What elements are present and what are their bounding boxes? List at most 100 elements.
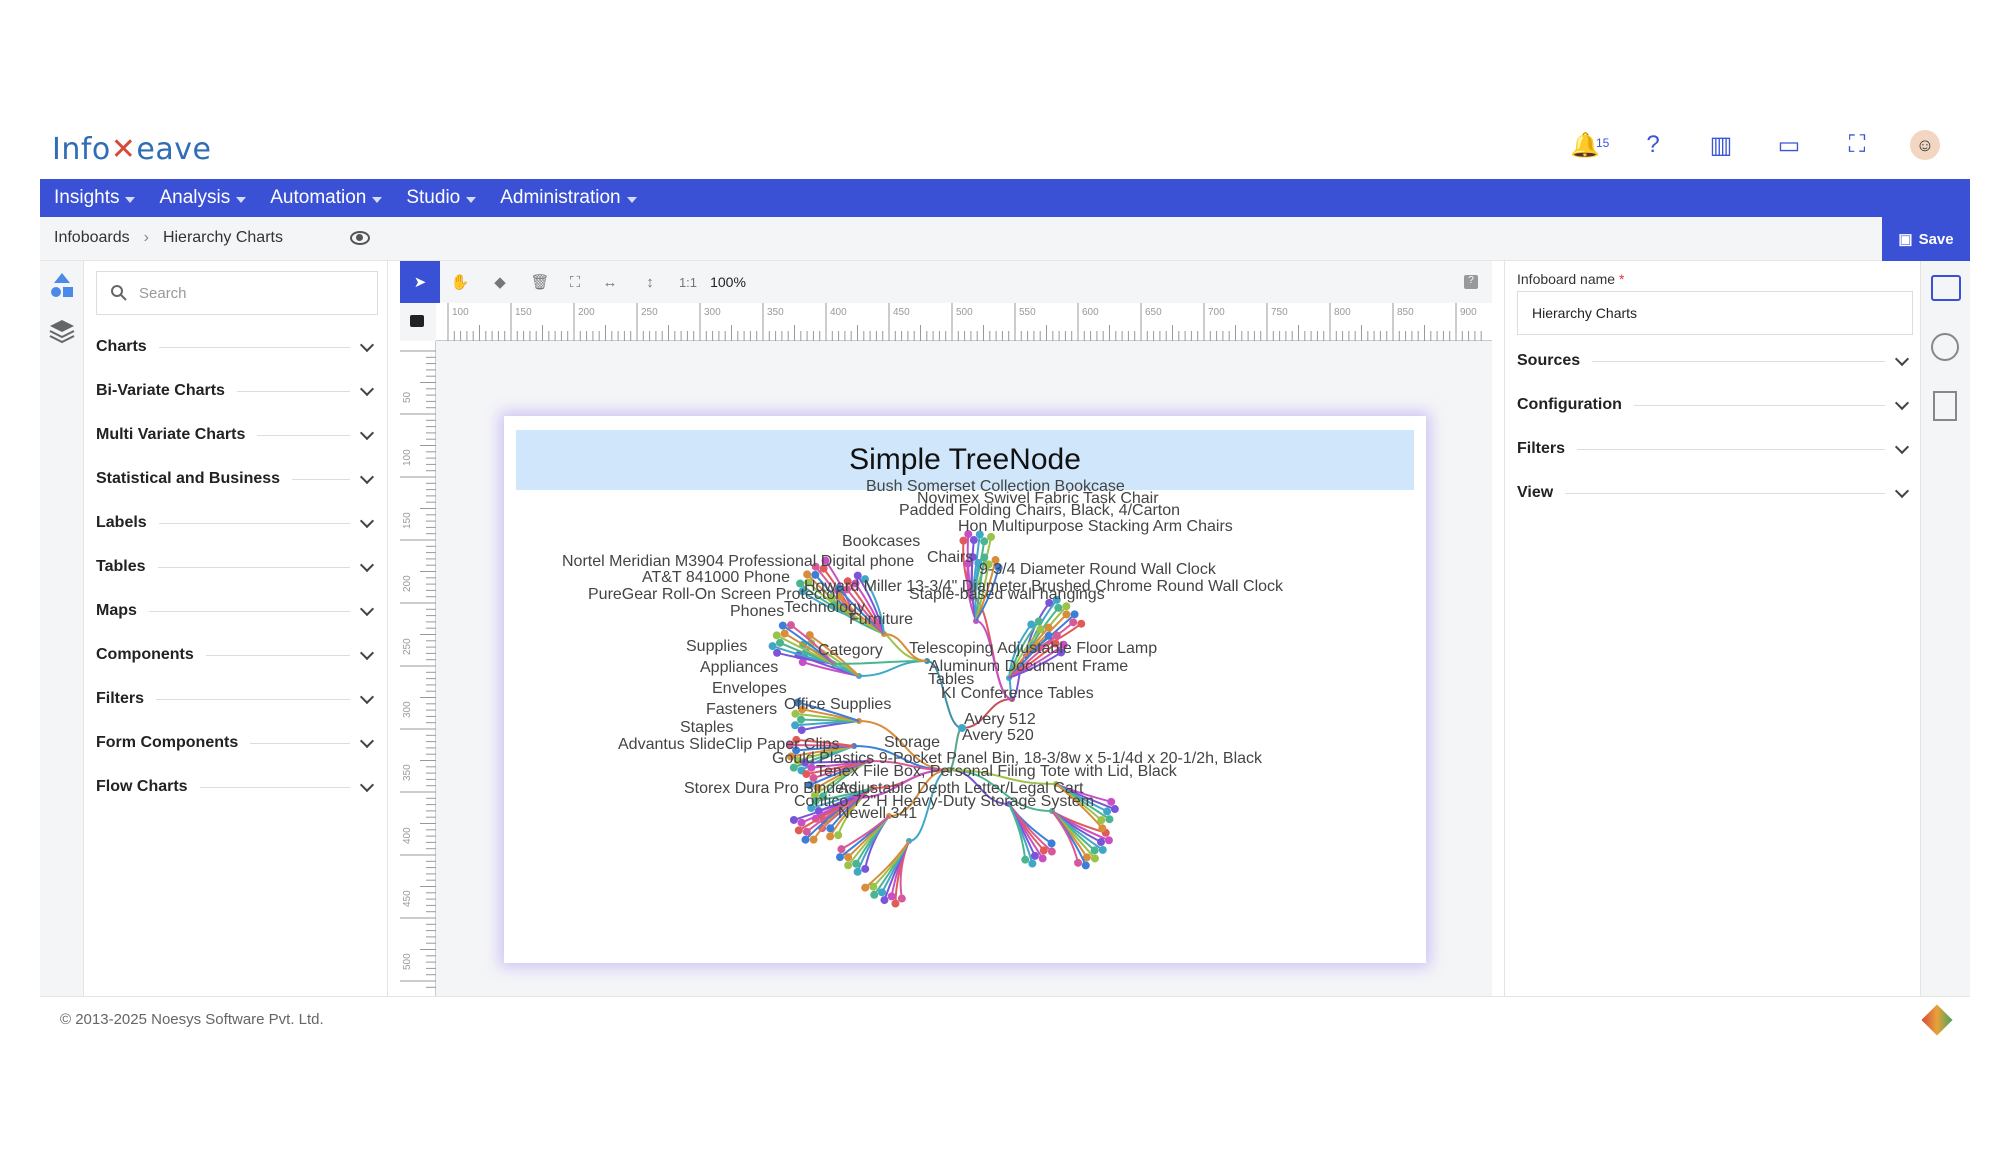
preview-eye-icon[interactable]	[350, 231, 370, 245]
tree-leaf	[826, 824, 835, 833]
lock-icon[interactable]	[410, 315, 424, 327]
chevron-down-icon	[1894, 483, 1910, 499]
shapes-icon[interactable]	[48, 271, 76, 299]
brand-logo[interactable]: Info✕eave	[52, 132, 211, 167]
search-input[interactable]: Search	[96, 271, 378, 315]
fit-icon[interactable]: ⛶	[560, 261, 590, 303]
breadcrumb-root[interactable]: Infoboards	[54, 229, 130, 247]
tree-leaf	[797, 818, 806, 827]
category-form-components[interactable]: Form Components	[96, 731, 378, 755]
category-multivariate[interactable]: Multi Variate Charts	[96, 423, 378, 447]
category-tables[interactable]: Tables	[96, 555, 378, 579]
chevron-down-icon	[359, 469, 375, 485]
infoboard-name-input[interactable]: Hierarchy Charts	[1517, 291, 1913, 335]
ruler-tick-label: 700	[1208, 307, 1225, 318]
save-button[interactable]: ▣ Save	[1882, 217, 1970, 261]
tree-leaf	[1081, 861, 1090, 870]
theme-icon[interactable]	[1931, 333, 1959, 361]
fit-width-icon[interactable]: ↔	[590, 261, 630, 303]
delete-icon[interactable]: 🗑	[520, 261, 560, 303]
tree-leaf	[880, 896, 889, 905]
nav-studio[interactable]: Studio	[406, 187, 477, 209]
chevron-down-icon	[359, 689, 375, 705]
category-bivariate[interactable]: Bi-Variate Charts	[96, 379, 378, 403]
category-components[interactable]: Components	[96, 643, 378, 667]
help-small-icon[interactable]: ?	[1464, 275, 1478, 289]
ruler-tick-label: 750	[1271, 307, 1288, 318]
monitor-icon[interactable]: ▭	[1774, 130, 1804, 160]
tree-leaf	[835, 853, 844, 862]
tree-leaf	[1098, 845, 1107, 854]
help-icon[interactable]: ?	[1638, 130, 1668, 160]
tree-node-label: Storage	[884, 734, 940, 751]
ruler-tick-label: 200	[578, 307, 595, 318]
tree-chart: Bush Somerset Collection BookcaseNovimex…	[562, 478, 1284, 908]
fullscreen-icon[interactable]: ⛶	[1842, 130, 1872, 160]
right-rail	[1920, 261, 1970, 996]
format-icon[interactable]	[1933, 391, 1957, 421]
tree-leaf	[1107, 797, 1116, 806]
tree-node-label: Envelopes	[712, 680, 787, 697]
tree-leaf	[789, 815, 798, 824]
ratio-label[interactable]: 1:1	[670, 261, 706, 303]
category-charts[interactable]: Charts	[96, 335, 378, 359]
chart-settings-icon[interactable]	[1931, 275, 1961, 301]
chevron-down-icon	[359, 425, 375, 441]
tree-leaf	[772, 631, 781, 640]
nav-analysis[interactable]: Analysis	[159, 187, 247, 209]
tree-leaf	[1074, 858, 1083, 867]
ruler-tick-label: 900	[1460, 307, 1477, 318]
bell-icon[interactable]: 🔔 15	[1570, 130, 1609, 160]
category-filters[interactable]: Filters	[96, 687, 378, 711]
layers-icon[interactable]	[48, 317, 76, 345]
tree-node-label: Supplies	[686, 638, 747, 655]
tree-node-label: 9-3/4 Diameter Round Wall Clock	[979, 561, 1217, 578]
ruler-tick-label: 100	[452, 307, 469, 318]
category-statistical[interactable]: Statistical and Business	[96, 467, 378, 491]
tree-leaf	[1062, 610, 1071, 619]
zoom-level[interactable]: 100%	[706, 261, 750, 303]
nav-insights[interactable]: Insights	[54, 187, 136, 209]
category-labels[interactable]: Labels	[96, 511, 378, 535]
tree-leaf	[1021, 855, 1030, 864]
section-filters[interactable]: Filters	[1517, 437, 1913, 461]
library-icon[interactable]: ▥	[1706, 130, 1736, 160]
section-view[interactable]: View	[1517, 481, 1913, 505]
tree-leaf	[1105, 815, 1114, 824]
tree-leaf	[1030, 851, 1039, 860]
ruler-tick-label: 650	[1145, 307, 1162, 318]
tree-leaf	[887, 892, 896, 901]
ruler-tick-label: 400	[402, 827, 413, 844]
search-icon	[111, 285, 127, 301]
hand-tool-icon[interactable]: ✋	[440, 261, 480, 303]
chevron-down-icon	[359, 337, 375, 353]
tree-node-label: Tenex File Box, Personal Filing Tote wit…	[816, 763, 1178, 780]
ruler-tick-label: 200	[402, 575, 413, 592]
nav-automation[interactable]: Automation	[270, 187, 383, 209]
tree-leaf	[1096, 838, 1105, 847]
fit-height-icon[interactable]: ↕	[630, 261, 670, 303]
tree-leaf	[786, 621, 795, 630]
pointer-tool-icon[interactable]: ➤	[400, 261, 440, 303]
tree-leaf	[802, 827, 811, 836]
chevron-down-icon	[1894, 439, 1910, 455]
category-maps[interactable]: Maps	[96, 599, 378, 623]
section-configuration[interactable]: Configuration	[1517, 393, 1913, 417]
tree-leaf	[1047, 839, 1056, 848]
user-avatar[interactable]: ☺	[1910, 130, 1940, 160]
tree-leaf	[773, 648, 782, 657]
section-sources[interactable]: Sources	[1517, 349, 1913, 373]
nav-administration[interactable]: Administration	[500, 187, 637, 209]
tree-leaf	[791, 721, 800, 730]
tree-leaf	[1034, 617, 1043, 626]
shapes-tool-icon[interactable]: ◆	[480, 261, 520, 303]
save-icon: ▣	[1898, 231, 1913, 248]
category-flow-charts[interactable]: Flow Charts	[96, 775, 378, 799]
copyright-text: © 2013-2025 Noesys Software Pvt. Ltd.	[60, 1011, 324, 1028]
tree-leaf	[1069, 618, 1078, 627]
chart-card[interactable]: Simple TreeNode Bush Somerset Collection…	[504, 416, 1426, 963]
tree-node-label: Appliances	[700, 659, 778, 676]
chevron-down-icon	[359, 557, 375, 573]
tree-node-label: Staples	[680, 719, 733, 736]
tree-leaf	[844, 861, 853, 870]
